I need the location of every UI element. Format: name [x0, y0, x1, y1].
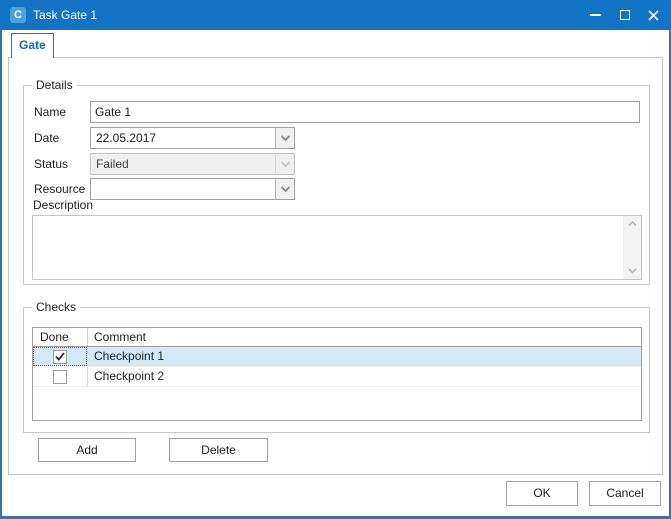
chevron-down-icon — [280, 186, 291, 193]
status-combobox[interactable]: Failed — [90, 153, 295, 175]
status-value: Failed — [96, 154, 272, 174]
cancel-button[interactable]: Cancel — [589, 481, 661, 506]
table-row[interactable]: Checkpoint 2 — [33, 367, 641, 387]
name-input[interactable] — [90, 101, 640, 123]
description-field — [32, 215, 642, 280]
comment-cell: Checkpoint 1 — [88, 347, 641, 366]
checks-table-header: Done Comment — [33, 328, 641, 347]
scroll-up-button[interactable] — [623, 216, 641, 232]
app-icon: C — [10, 7, 26, 23]
description-scrollbar[interactable] — [623, 216, 641, 279]
tab-panel: Details Name Date 22.05.2017 Status Fail… — [8, 57, 663, 475]
close-icon — [648, 10, 659, 21]
close-button[interactable] — [639, 0, 668, 30]
done-cell — [33, 367, 88, 386]
date-dropdown-button[interactable] — [275, 128, 294, 148]
description-label: Description — [33, 198, 93, 213]
checkmark-icon — [55, 352, 65, 361]
details-group-legend: Details — [32, 78, 77, 93]
chevron-down-icon — [628, 268, 637, 274]
checks-table: Done Comment Checkpoint 1 — [32, 327, 642, 421]
minimize-icon — [590, 14, 601, 16]
window-controls — [581, 0, 668, 30]
column-header-comment[interactable]: Comment — [88, 328, 641, 346]
done-cell — [33, 347, 88, 366]
checks-group-legend: Checks — [32, 300, 80, 315]
date-label: Date — [34, 127, 59, 149]
resource-label: Resource — [34, 178, 85, 200]
dialog-task-gate: C Task Gate 1 Gate Details Name — [0, 0, 671, 519]
details-group: Details Name Date 22.05.2017 Status Fail… — [23, 85, 650, 285]
dialog-footer: OK Cancel — [2, 475, 669, 516]
maximize-icon — [620, 10, 630, 20]
comment-cell: Checkpoint 2 — [88, 367, 641, 386]
chevron-down-icon — [280, 135, 291, 142]
status-label: Status — [34, 153, 68, 175]
date-value: 22.05.2017 — [96, 128, 272, 148]
tab-gate[interactable]: Gate — [11, 33, 54, 58]
chevron-down-icon — [280, 161, 291, 168]
maximize-button[interactable] — [610, 0, 639, 30]
minimize-button[interactable] — [581, 0, 610, 30]
date-combobox[interactable]: 22.05.2017 — [90, 127, 295, 149]
name-label: Name — [34, 101, 66, 123]
status-dropdown-button — [275, 154, 294, 174]
resource-dropdown-button[interactable] — [275, 179, 294, 199]
done-checkbox[interactable] — [53, 370, 67, 384]
table-row[interactable]: Checkpoint 1 — [33, 347, 641, 367]
window-title: Task Gate 1 — [33, 0, 97, 30]
scroll-down-button[interactable] — [623, 263, 641, 279]
done-checkbox[interactable] — [53, 350, 67, 364]
chevron-up-icon — [628, 221, 637, 227]
checks-group: Checks Done Comment Checkpoint 1 — [23, 307, 650, 433]
window-border — [0, 30, 2, 519]
resource-combobox[interactable] — [90, 178, 295, 200]
add-button[interactable]: Add — [38, 438, 136, 462]
delete-button[interactable]: Delete — [169, 438, 268, 462]
title-bar: C Task Gate 1 — [0, 0, 671, 30]
ok-button[interactable]: OK — [506, 481, 578, 506]
column-header-done[interactable]: Done — [33, 328, 88, 346]
description-input[interactable] — [33, 216, 623, 279]
